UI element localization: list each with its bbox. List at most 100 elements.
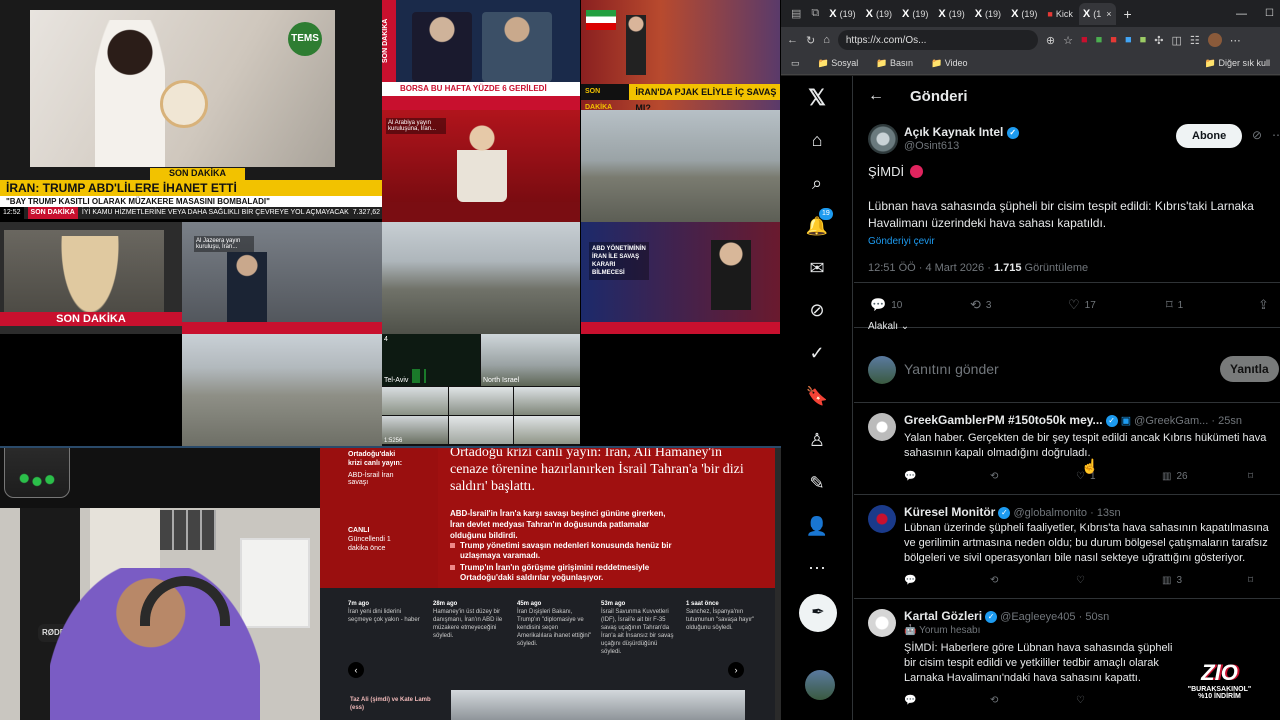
bookmark-action[interactable]: ⌑	[1248, 575, 1253, 586]
back-arrow-icon[interactable]: ←	[868, 87, 884, 105]
zoom-icon[interactable]: ⊕	[1046, 34, 1055, 47]
bookmark-folder[interactable]: 📁 Video	[931, 58, 968, 69]
favorites-icon[interactable]: ☷	[1190, 34, 1200, 47]
communities-icon[interactable]: ♙	[805, 428, 829, 452]
home-icon[interactable]: ⌂	[805, 128, 829, 152]
tab-x[interactable]: X (19)	[825, 3, 859, 25]
tab-x[interactable]: X (19)	[898, 3, 932, 25]
account-avatar[interactable]	[805, 670, 835, 700]
views-action[interactable]: ▥ 26	[1162, 471, 1188, 482]
home-icon[interactable]: ⌂	[823, 34, 830, 46]
sort-dropdown[interactable]: Alakalı ⌄	[868, 321, 909, 332]
bookmarks-icon[interactable]: 🔖	[805, 384, 829, 408]
notifications-icon[interactable]: 🔔 19	[805, 208, 833, 238]
timeline-item[interactable]: 53m ago İsrail Savunma Kuvvetleri (IDF), …	[601, 600, 676, 656]
workspaces-icon[interactable]: ⧉	[807, 7, 823, 20]
timeline-item[interactable]: 7m ago İran yeni dini liderini seçmeye ço…	[348, 600, 423, 624]
author-name-row[interactable]: Açık Kaynak Intel ✓	[904, 125, 1019, 139]
bookmark-action[interactable]: ⌑	[1248, 471, 1253, 482]
article-author[interactable]: Taz Ali (şimdi) ve Kate Lamb (ess)	[350, 696, 440, 712]
tab-x[interactable]: X (19)	[1007, 3, 1041, 25]
bookmark-folder[interactable]: 📁 Basın	[876, 58, 913, 69]
timeline-item[interactable]: 28m ago Hamaney'in üst düzey bir danışman…	[433, 600, 508, 640]
premium-icon[interactable]: ✎	[805, 471, 829, 495]
translate-link[interactable]: Gönderiyi çevir	[868, 236, 935, 247]
reply-action[interactable]: 💬	[904, 695, 916, 706]
reply-post[interactable]: GreekGamblerPM #150to50k mey... ✓ ▣ @Gre…	[854, 403, 1280, 495]
reply-handle[interactable]: @GreekGam...	[1134, 415, 1208, 427]
more-icon[interactable]: ⋯	[1230, 34, 1241, 47]
reply-avatar[interactable]	[868, 505, 896, 533]
repost-action[interactable]: ⟲	[990, 575, 998, 586]
tab-x[interactable]: X (19)	[862, 3, 896, 25]
back-icon[interactable]: ←	[787, 34, 798, 46]
like-action[interactable]: ♡	[1076, 695, 1085, 706]
tab-kick[interactable]: ■ Kick	[1043, 3, 1076, 25]
repost-action[interactable]: ⟲	[990, 471, 998, 482]
x-logo-icon[interactable]: 𝕏	[805, 86, 829, 110]
bookmark-folder[interactable]: 📁 Sosyal	[818, 58, 859, 69]
search-icon[interactable]: ⌕	[805, 171, 829, 195]
author-avatar[interactable]	[868, 124, 898, 154]
reply-action[interactable]: 💬	[904, 575, 916, 586]
timeline-item[interactable]: 1 saat önce Sanchez, İspanya'nın tutumunu…	[686, 600, 756, 632]
reply-action[interactable]: 💬	[904, 471, 916, 482]
reply-author[interactable]: Kartal Gözleri	[904, 609, 982, 623]
timeline-prev-button[interactable]: ‹	[348, 662, 364, 678]
extension-icon[interactable]: ■	[1110, 34, 1117, 46]
star-icon[interactable]: ☆	[1063, 34, 1073, 47]
extension-icon[interactable]: ■	[1125, 34, 1132, 46]
messages-icon[interactable]: ✉	[805, 256, 829, 280]
profile-avatar[interactable]	[1207, 33, 1222, 47]
like-action[interactable]: ♡ 17	[1068, 297, 1096, 313]
repost-action[interactable]: ⟲	[990, 695, 998, 706]
new-tab-icon[interactable]: +	[1118, 6, 1138, 22]
share-action[interactable]: ⇪	[1258, 297, 1269, 313]
reply-button[interactable]: Yanıtla	[1220, 356, 1279, 382]
reply-time[interactable]: 13sn	[1097, 507, 1121, 519]
post-timestamp[interactable]: 12:51 ÖÖ · 4 Mart 2026 ·	[868, 262, 991, 274]
grok-icon[interactable]: ⊘	[805, 298, 829, 322]
repost-action[interactable]: ⟲ 3	[970, 297, 991, 313]
reply-avatar[interactable]	[868, 413, 896, 441]
post-button[interactable]: ✒	[799, 594, 837, 632]
tab-x[interactable]: X (19)	[971, 3, 1005, 25]
extension-icon[interactable]: ■	[1096, 34, 1103, 46]
tab-actions-icon[interactable]: ▤	[787, 7, 805, 20]
reply-author[interactable]: GreekGamblerPM #150to50k mey...	[904, 413, 1103, 427]
puzzle-icon[interactable]: ✣	[1154, 34, 1163, 47]
timeline-next-button[interactable]: ›	[728, 662, 744, 678]
extension-icon[interactable]: ■	[1140, 34, 1147, 46]
url-field[interactable]: https://x.com/Os...	[837, 30, 1038, 50]
reply-post[interactable]: Küresel Monitör ✓ @globalmonito · 13sn L…	[854, 495, 1280, 599]
reply-author[interactable]: Küresel Monitör	[904, 505, 995, 519]
tab-active[interactable]: X (1 ×	[1078, 2, 1116, 25]
author-handle[interactable]: @Osint613	[904, 140, 959, 152]
article-title[interactable]: Ortadoğu krizi canlı yayın: İran, Ali Ha…	[450, 448, 750, 495]
bookmark-action[interactable]: ⌑ 1	[1166, 297, 1183, 313]
maximize-icon[interactable]: ☐	[1259, 8, 1280, 19]
more-icon[interactable]: ⋯	[805, 556, 829, 580]
refresh-icon[interactable]: ↻	[806, 34, 815, 47]
bookmark-folder[interactable]: 📁 Diğer sık kull	[1205, 58, 1270, 69]
grok-explain-icon[interactable]: ⊘	[1252, 128, 1262, 142]
extension-icon[interactable]: ■	[1081, 34, 1088, 46]
like-action[interactable]: ♡	[1076, 575, 1085, 586]
timeline-item[interactable]: 45m ago İran Dışişleri Bakanı, Trump'ın "…	[517, 600, 592, 648]
reply-handle[interactable]: @Eagleeye405	[1000, 611, 1075, 623]
close-tab-icon[interactable]: ×	[1106, 9, 1111, 19]
minimize-icon[interactable]: —	[1226, 8, 1257, 20]
reply-avatar[interactable]	[868, 609, 896, 637]
subscribe-button[interactable]: Abone	[1176, 124, 1243, 148]
post-more-icon[interactable]: ⋯	[1272, 128, 1280, 142]
reading-icon[interactable]: ▭	[791, 58, 800, 69]
split-icon[interactable]: ◫	[1171, 34, 1181, 47]
reply-action[interactable]: 💬 10	[870, 297, 902, 313]
reply-time[interactable]: 25sn	[1218, 415, 1242, 427]
tab-x[interactable]: X (19)	[934, 3, 968, 25]
verified-orgs-icon[interactable]: ✓	[805, 341, 829, 365]
reply-handle[interactable]: @globalmonito	[1013, 507, 1087, 519]
reply-input[interactable]: Yanıtını gönder	[904, 361, 999, 377]
views-action[interactable]: ▥ 3	[1162, 575, 1182, 586]
profile-icon[interactable]: 👤	[805, 514, 829, 538]
